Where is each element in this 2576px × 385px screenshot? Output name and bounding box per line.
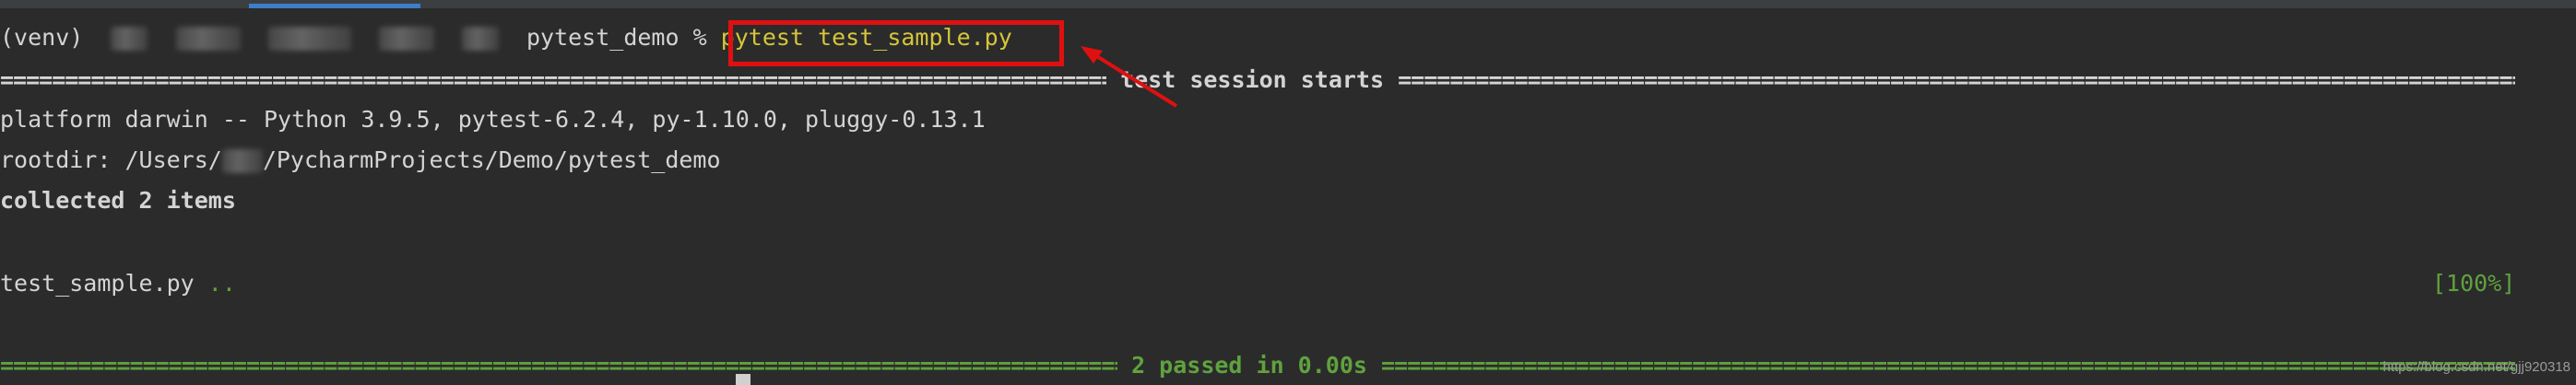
command-highlight-box — [728, 20, 1064, 66]
annotation-arrow-icon — [1081, 46, 1178, 108]
terminal-output[interactable]: (venv) pytest_demo % pytest test_sample.… — [0, 8, 2576, 385]
platform-line: platform darwin -- Python 3.9.5, pytest-… — [0, 106, 986, 133]
separator-right: ========================================… — [1398, 66, 2515, 93]
terminal-tab-bar — [0, 0, 2576, 8]
rootdir-prefix: rootdir: /Users/ — [0, 146, 222, 173]
redacted-path — [461, 27, 499, 51]
redacted-user-dir — [221, 149, 263, 173]
redacted-hostname-2 — [378, 27, 434, 51]
separator-left: ========================================… — [0, 66, 1106, 93]
summary-separator: ========================================… — [0, 347, 2537, 384]
test-file: test_sample.py — [0, 270, 195, 297]
watermark: https://blog.csdn.net/gjj920318 — [2382, 359, 2570, 375]
redacted-username — [111, 27, 148, 51]
summary-separator-right: ========================================… — [1381, 352, 2515, 379]
rootdir-suffix: /PycharmProjects/Demo/pytest_demo — [262, 146, 721, 173]
summary-text: 2 passed in 0.00s — [1131, 352, 1367, 379]
collected-line: collected 2 items — [0, 187, 236, 214]
session-start-separator: ========================================… — [0, 62, 2537, 99]
test-dots: .. — [207, 270, 236, 297]
text-cursor — [736, 374, 750, 385]
redacted-username-2 — [175, 27, 241, 51]
rootdir-line: rootdir: /Users/ /PycharmProjects/Demo/py… — [0, 142, 721, 179]
test-result-line: test_sample.py .. — [0, 265, 236, 302]
prompt-dir: pytest_demo % — [526, 24, 707, 51]
progress-percent: [100%] — [2432, 270, 2516, 297]
redacted-hostname — [267, 27, 351, 51]
summary-separator-left: ========================================… — [0, 352, 1117, 379]
prompt-env: (venv) — [0, 24, 84, 51]
